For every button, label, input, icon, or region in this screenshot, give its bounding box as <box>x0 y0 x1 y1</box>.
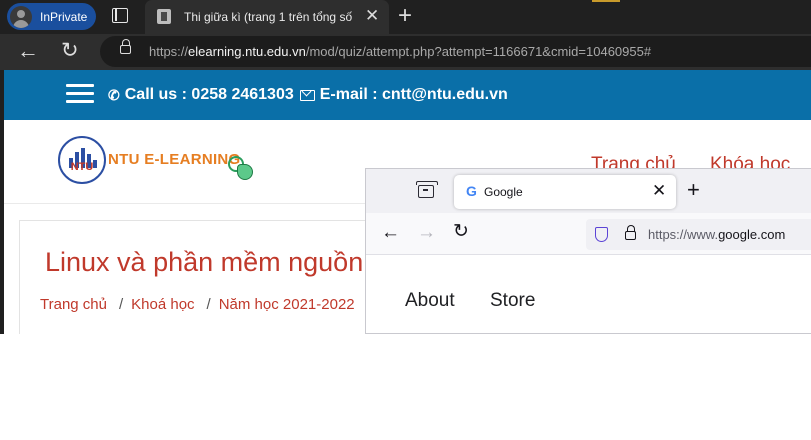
menu-icon[interactable] <box>66 84 94 104</box>
breadcrumb: Trang chủ / Khoá học / Năm học 2021-2022 <box>40 296 355 313</box>
url-path: /mod/quiz/attempt.php?attempt=1166671&cm… <box>305 44 652 59</box>
contact-phone: Call us : 0258 2461303 <box>124 86 294 103</box>
breadcrumb-year[interactable]: Năm học 2021-2022 <box>219 296 355 313</box>
forward-button[interactable]: → <box>417 222 436 244</box>
inprivate-profile-button[interactable]: InPrivate <box>7 3 96 30</box>
firefox-tab-google[interactable]: G Google ✕ <box>454 175 676 209</box>
brand-name[interactable]: NTU E-LEARNING <box>108 151 241 168</box>
ntu-logo[interactable]: NTU <box>58 136 106 184</box>
contact-info: ✆ Call us : 0258 2461303 E-mail : cntt@n… <box>108 86 508 104</box>
window-accent <box>592 0 620 2</box>
profile-avatar-icon <box>10 5 32 28</box>
back-button[interactable]: ← <box>17 38 39 64</box>
edge-url-text[interactable]: https://elearning.ntu.edu.vn/mod/quiz/at… <box>149 44 651 59</box>
url-scheme: https://www. <box>648 227 719 242</box>
tab-actions-icon[interactable] <box>112 8 128 23</box>
course-title: Linux và phần mềm nguồn mở <box>45 247 411 277</box>
close-tab-icon[interactable]: ✕ <box>365 6 379 26</box>
refresh-button[interactable]: ↻ <box>61 37 79 65</box>
firefox-nav-bar: ← → ↻ https://www.google.com <box>366 213 811 255</box>
breadcrumb-home[interactable]: Trang chủ <box>40 296 107 313</box>
desktop: InPrivate Thi giữa kì (trang 1 trên tổng… <box>0 0 811 440</box>
firefox-tab-title: Google <box>484 185 523 199</box>
firefox-url-bar[interactable]: https://www.google.com <box>586 219 811 250</box>
firefox-view-icon[interactable] <box>416 181 438 198</box>
google-favicon-icon: G <box>466 183 477 199</box>
url-scheme: https:// <box>149 44 189 59</box>
back-button[interactable]: ← <box>381 222 400 244</box>
logo-text: NTU <box>70 161 94 173</box>
mail-icon <box>299 89 315 101</box>
link-about[interactable]: About <box>405 290 455 312</box>
lock-icon[interactable] <box>120 39 131 54</box>
tracking-shield-icon[interactable] <box>595 227 608 242</box>
firefox-url-text[interactable]: https://www.google.com <box>648 227 785 242</box>
new-tab-button[interactable]: + <box>687 177 700 203</box>
edge-tab-strip: InPrivate Thi giữa kì (trang 1 trên tổng… <box>0 0 811 34</box>
close-tab-icon[interactable]: ✕ <box>652 181 666 201</box>
url-host: elearning.ntu.edu.vn <box>188 44 306 59</box>
page-favicon-icon <box>157 9 171 24</box>
phone-icon: ✆ <box>108 86 120 103</box>
breadcrumb-courses[interactable]: Khoá học <box>131 296 194 313</box>
breadcrumb-separator: / <box>206 296 211 313</box>
contact-email: E-mail : cntt@ntu.edu.vn <box>319 86 508 103</box>
inprivate-label: InPrivate <box>40 9 88 24</box>
firefox-tab-strip: G Google ✕ + <box>366 169 811 213</box>
lock-icon[interactable] <box>625 225 636 240</box>
link-store[interactable]: Store <box>490 290 535 312</box>
breadcrumb-separator: / <box>118 296 124 313</box>
edge-tab-quiz[interactable]: Thi giữa kì (trang 1 trên tổng số 1) ✕ <box>145 0 389 34</box>
edge-toolbar: ← ↻ https://elearning.ntu.edu.vn/mod/qui… <box>0 34 811 70</box>
reload-button[interactable]: ↻ <box>453 220 469 244</box>
contact-topbar: ✆ Call us : 0258 2461303 E-mail : cntt@n… <box>4 70 811 120</box>
url-host: google.com <box>718 227 786 242</box>
pointing-hand-icon <box>228 156 256 182</box>
edge-address-bar[interactable]: https://elearning.ntu.edu.vn/mod/quiz/at… <box>100 36 811 67</box>
new-tab-button[interactable]: + <box>398 3 412 29</box>
google-page: About Store <box>366 255 811 333</box>
firefox-browser-window: G Google ✕ + ← → ↻ https://www.google.co… <box>365 168 811 334</box>
edge-tab-title: Thi giữa kì (trang 1 trên tổng số 1) <box>184 10 356 24</box>
